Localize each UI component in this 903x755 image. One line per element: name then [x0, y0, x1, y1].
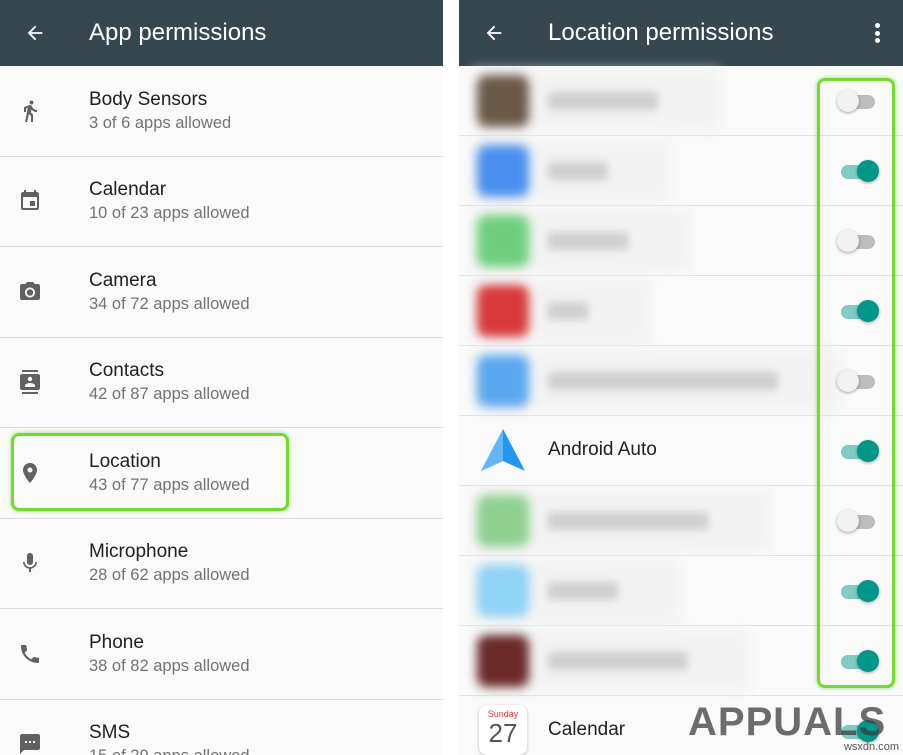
more-dot-icon — [874, 23, 880, 28]
phone-icon — [16, 640, 44, 668]
permission-count: 34 of 72 apps allowed — [89, 294, 250, 313]
permission-count: 3 of 6 apps allowed — [89, 113, 232, 132]
watermark-logo: APPUALS — [688, 700, 887, 744]
app-icon — [477, 215, 529, 267]
app-icon — [477, 355, 529, 407]
permission-item-sms[interactable]: SMS 15 of 29 apps allowed — [0, 700, 443, 755]
back-button[interactable] — [18, 16, 52, 50]
permission-count: 10 of 23 apps allowed — [89, 204, 250, 223]
page-title: Location permissions — [548, 19, 774, 46]
contacts-icon — [16, 368, 44, 396]
app-name: Calendar — [548, 719, 626, 740]
location-highlight-box — [11, 433, 289, 511]
permission-item-body-sensors[interactable]: Body Sensors 3 of 6 apps allowed — [0, 66, 443, 157]
source-label: wsxdn.com — [843, 741, 899, 753]
permission-count: 15 of 29 apps allowed — [89, 745, 250, 755]
calendar-app-icon: Sunday 27 — [479, 705, 527, 755]
microphone-icon — [16, 549, 44, 577]
permission-name: Microphone — [89, 541, 189, 563]
app-icon — [477, 145, 529, 197]
sms-icon — [16, 730, 44, 755]
app-bar: App permissions — [0, 0, 443, 66]
blurred-app-name — [548, 372, 778, 390]
blurred-app-name — [548, 302, 588, 320]
body-sensors-icon — [16, 97, 44, 125]
app-icon — [477, 565, 529, 617]
app-icon — [477, 635, 529, 687]
app-icon — [477, 495, 529, 547]
back-arrow-icon — [27, 25, 43, 41]
app-bar: Location permissions — [459, 0, 903, 66]
permission-count: 28 of 62 apps allowed — [89, 566, 250, 585]
camera-icon — [16, 278, 44, 306]
permission-name: Calendar — [89, 179, 167, 201]
permission-list: Body Sensors 3 of 6 apps allowed Calenda… — [0, 66, 443, 755]
permission-item-camera[interactable]: Camera 34 of 72 apps allowed — [0, 247, 443, 338]
permission-count: 42 of 87 apps allowed — [89, 385, 250, 404]
blurred-app-name — [548, 652, 688, 670]
permission-item-calendar[interactable]: Calendar 10 of 23 apps allowed — [0, 157, 443, 247]
blurred-app-name — [548, 512, 708, 530]
app-icon — [477, 75, 529, 127]
page-title: App permissions — [89, 19, 267, 46]
blurred-app-name — [548, 232, 628, 250]
blurred-app-name — [548, 582, 618, 600]
permission-name: Camera — [89, 269, 157, 291]
blurred-app-name — [548, 92, 658, 110]
blurred-app-name — [548, 162, 608, 180]
permission-name: Phone — [89, 631, 144, 653]
permission-item-phone[interactable]: Phone 38 of 82 apps allowed — [0, 609, 443, 700]
app-permissions-screen: App permissions Body Sensors 3 of 6 apps… — [0, 0, 443, 755]
permission-item-contacts[interactable]: Contacts 42 of 87 apps allowed — [0, 338, 443, 428]
app-name: Android Auto — [548, 439, 657, 460]
more-dot-icon — [874, 30, 880, 36]
calendar-date-number: 27 — [488, 718, 518, 748]
location-permissions-screen: Location permissions Android Auto Sunday 2… — [459, 0, 903, 755]
permission-name: Contacts — [89, 360, 164, 382]
permission-item-microphone[interactable]: Microphone 28 of 62 apps allowed — [0, 519, 443, 609]
toggles-highlight-box — [817, 78, 895, 688]
back-arrow-icon — [486, 25, 502, 41]
android-auto-icon — [481, 429, 525, 471]
app-icon — [477, 285, 529, 337]
permission-name: Body Sensors — [89, 88, 208, 110]
permission-count: 38 of 82 apps allowed — [89, 656, 250, 675]
back-button[interactable] — [477, 16, 511, 50]
calendar-icon — [16, 187, 44, 215]
more-options-button[interactable] — [867, 20, 887, 46]
permission-name: SMS — [89, 722, 131, 744]
more-dot-icon — [874, 38, 880, 43]
